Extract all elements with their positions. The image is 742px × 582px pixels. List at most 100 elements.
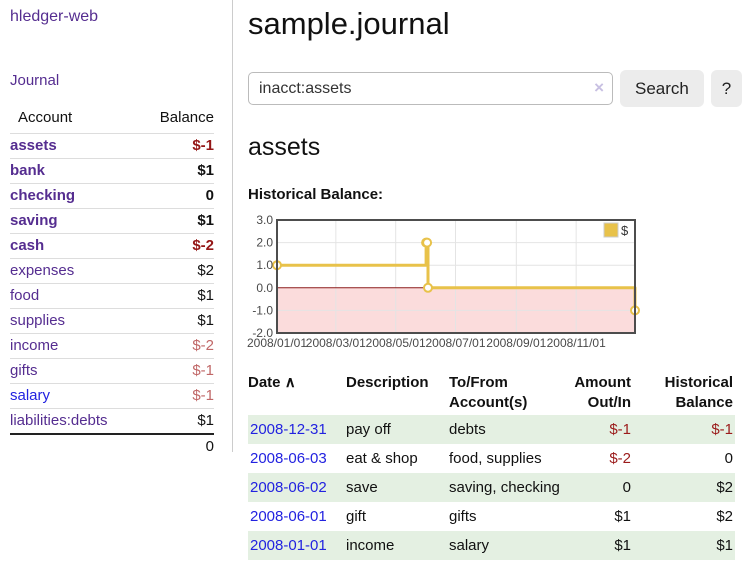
legend-swatch <box>604 223 618 237</box>
account-balance: $1 <box>135 284 214 309</box>
account-balance: $1 <box>135 409 214 435</box>
account-row: saving $1 <box>10 209 214 234</box>
account-row: gifts $-1 <box>10 359 214 384</box>
account-row: assets $-1 <box>10 134 214 159</box>
account-row: expenses $2 <box>10 259 214 284</box>
app-title-link[interactable]: hledger-web <box>10 8 98 26</box>
account-link-expenses[interactable]: expenses <box>10 262 74 279</box>
account-balance: $-1 <box>135 384 214 409</box>
x-tick-label: 2008/05/01 <box>366 336 426 350</box>
account-row: supplies $1 <box>10 309 214 334</box>
transaction-row: 2008-06-03 eat & shop food, supplies $-2… <box>248 444 735 473</box>
transaction-date-link[interactable]: 2008-01-01 <box>250 537 327 554</box>
transaction-accounts: saving, checking <box>449 473 561 502</box>
transaction-amount: $-2 <box>561 444 633 473</box>
account-link-salary[interactable]: salary <box>10 387 50 404</box>
transaction-description: save <box>346 473 449 502</box>
accounts-table: Account Balance assets $-1 bank $1 check… <box>10 109 214 459</box>
account-balance: $1 <box>135 209 214 234</box>
y-tick-label: 1.0 <box>256 258 273 272</box>
main-content: sample.journal × Search ? assets Histori… <box>248 0 742 560</box>
legend-label: $ <box>621 223 629 238</box>
transaction-row: 2008-12-31 pay off debts $-1 $-1 <box>248 415 735 444</box>
search-button[interactable]: Search <box>620 70 704 107</box>
account-balance: $1 <box>135 309 214 334</box>
transaction-balance: $2 <box>633 473 735 502</box>
account-row: food $1 <box>10 284 214 309</box>
data-point-marker <box>424 284 432 292</box>
chart-box: $3.02.01.00.0-1.0-2.02008/01/012008/03/0… <box>248 213 742 355</box>
account-link-income[interactable]: income <box>10 337 58 354</box>
header-date[interactable]: Date ∧ <box>248 371 346 415</box>
header-accounts: To/From Account(s) <box>449 371 561 415</box>
transaction-amount: $-1 <box>561 415 633 444</box>
transaction-amount: $1 <box>561 531 633 560</box>
accounts-total-row: 0 <box>10 434 214 459</box>
transaction-accounts: gifts <box>449 502 561 531</box>
account-balance: $-1 <box>135 359 214 384</box>
account-row: income $-2 <box>10 334 214 359</box>
transaction-balance: $1 <box>633 531 735 560</box>
account-link-cash[interactable]: cash <box>10 237 44 254</box>
transaction-date-link[interactable]: 2008-12-31 <box>250 421 327 438</box>
y-tick-label: -1.0 <box>252 303 273 317</box>
search-input-wrap: × <box>248 72 613 105</box>
account-link-food[interactable]: food <box>10 287 39 304</box>
account-link-supplies[interactable]: supplies <box>10 312 65 329</box>
y-tick-label: 0.0 <box>256 281 273 295</box>
sort-ascending-icon: ∧ <box>285 374 296 391</box>
transaction-row: 2008-06-01 gift gifts $1 $2 <box>248 502 735 531</box>
transaction-date-link[interactable]: 2008-06-03 <box>250 450 327 467</box>
transaction-row: 2008-01-01 income salary $1 $1 <box>248 531 735 560</box>
help-button[interactable]: ? <box>711 70 742 107</box>
y-tick-label: 3.0 <box>256 213 273 227</box>
x-tick-label: 2008/07/01 <box>425 336 485 350</box>
account-row: cash $-2 <box>10 234 214 259</box>
account-row: liabilities:debts $1 <box>10 409 214 435</box>
header-balance: Historical Balance <box>633 371 735 415</box>
transaction-description: eat & shop <box>346 444 449 473</box>
x-tick-label: 2008/09/01 <box>486 336 546 350</box>
account-link-bank[interactable]: bank <box>10 162 45 179</box>
x-tick-label: 2008/03/01 <box>306 336 366 350</box>
account-balance: $-2 <box>135 234 214 259</box>
transaction-balance: $-1 <box>633 415 735 444</box>
account-balance: $2 <box>135 259 214 284</box>
chart-title: Historical Balance: <box>248 186 742 203</box>
transaction-description: income <box>346 531 449 560</box>
sidebar: hledger-web Journal Account Balance asse… <box>0 0 233 452</box>
transaction-balance: 0 <box>633 444 735 473</box>
accounts-table-header: Account Balance <box>10 109 214 134</box>
accounts-total: 0 <box>135 434 214 459</box>
account-link-liabilities-debts[interactable]: liabilities:debts <box>10 412 108 429</box>
account-row: checking 0 <box>10 184 214 209</box>
account-link-checking[interactable]: checking <box>10 187 75 204</box>
account-link-assets[interactable]: assets <box>10 137 57 154</box>
account-balance: $-1 <box>135 134 214 159</box>
transaction-date-link[interactable]: 2008-06-01 <box>250 508 327 525</box>
account-balance: 0 <box>135 184 214 209</box>
search-input[interactable] <box>248 72 613 105</box>
transaction-date-link[interactable]: 2008-06-02 <box>250 479 327 496</box>
sidebar-item-journal[interactable]: Journal <box>10 72 214 89</box>
transaction-row: 2008-06-02 save saving, checking 0 $2 <box>248 473 735 502</box>
account-heading: assets <box>248 133 742 162</box>
transaction-description: pay off <box>346 415 449 444</box>
search-row: × Search ? <box>248 70 742 107</box>
transaction-accounts: salary <box>449 531 561 560</box>
account-balance: $-2 <box>135 334 214 359</box>
account-link-gifts[interactable]: gifts <box>10 362 38 379</box>
balance-chart[interactable]: $3.02.01.00.0-1.0-2.02008/01/012008/03/0… <box>248 213 742 355</box>
transaction-amount: $1 <box>561 502 633 531</box>
account-row: bank $1 <box>10 159 214 184</box>
transaction-amount: 0 <box>561 473 633 502</box>
account-link-saving[interactable]: saving <box>10 212 58 229</box>
clear-search-icon[interactable]: × <box>594 78 604 98</box>
transaction-accounts: debts <box>449 415 561 444</box>
transaction-accounts: food, supplies <box>449 444 561 473</box>
header-amount: Amount Out/In <box>561 371 633 415</box>
data-point-marker <box>423 239 431 247</box>
x-tick-label: 2008/11/01 <box>547 336 606 350</box>
header-description: Description <box>346 371 449 415</box>
register-header-row: Date ∧ Description To/From Account(s) Am… <box>248 371 735 415</box>
